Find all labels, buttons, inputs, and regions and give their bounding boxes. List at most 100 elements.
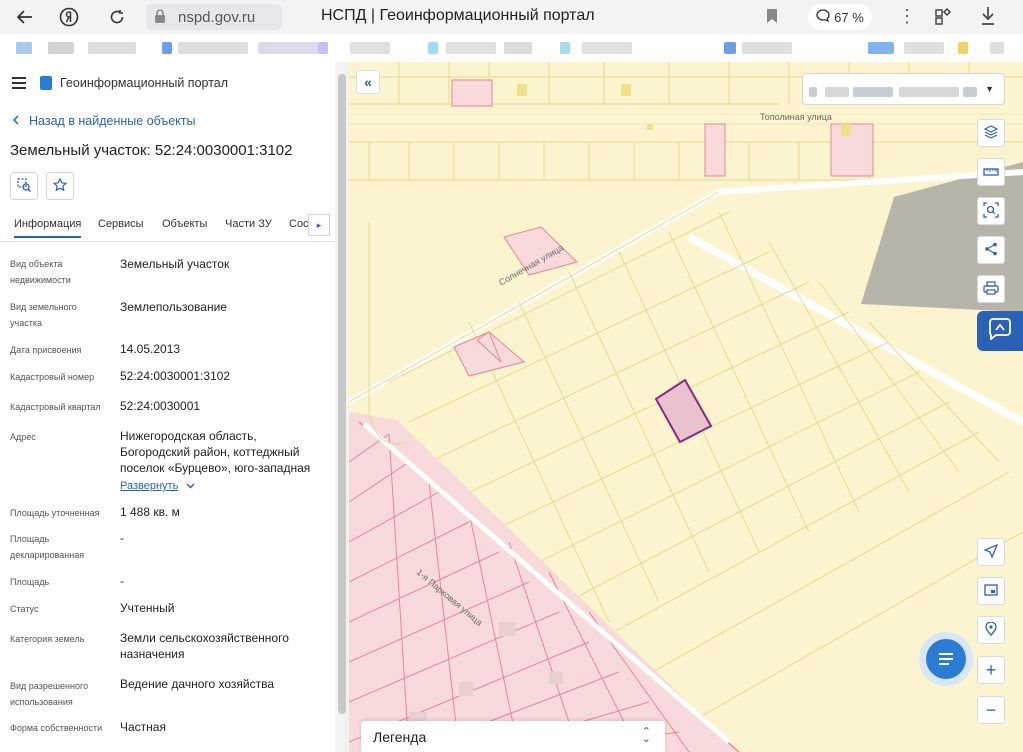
bookmark-favicon[interactable] <box>724 42 736 54</box>
bookmark-favicon[interactable] <box>258 42 318 54</box>
field-label: Площадь <box>10 577 50 587</box>
legend-panel[interactable]: Легенда ⌃ ⌄ <box>361 721 665 752</box>
expand-label: Развернуть <box>120 480 179 492</box>
layers-icon <box>983 124 999 142</box>
portal-brand[interactable]: Геоинформационный портал <box>40 76 228 90</box>
show-on-map-button[interactable] <box>10 172 38 200</box>
chat-lines-icon <box>926 639 966 679</box>
field-value: - <box>120 574 124 588</box>
my-location-button[interactable] <box>977 538 1005 566</box>
bookmark-favicon[interactable] <box>582 42 632 54</box>
bookmark-favicon[interactable] <box>958 42 968 54</box>
minus-icon: − <box>985 699 997 720</box>
field-label: Форма собственности <box>10 723 103 733</box>
address-bar[interactable]: nspd.gov.ru <box>146 4 282 30</box>
tabs-scroll-right-button[interactable]: ▸ <box>308 214 330 236</box>
object-title: Земельный участок: 52:24:0030001:3102 <box>10 142 293 159</box>
chat-bubble-icon <box>816 9 830 25</box>
tab-info[interactable]: Информация <box>14 218 82 238</box>
legend-title: Легенда <box>373 728 427 745</box>
expand-collapse-icon: ⌃ ⌄ <box>641 726 651 745</box>
minimap-button[interactable] <box>977 577 1005 605</box>
layers-button[interactable] <box>977 119 1005 147</box>
field-label: Вид земельного участка <box>10 302 77 328</box>
field-label: Кадастровый квартал <box>10 402 101 412</box>
select-area-button[interactable] <box>977 197 1005 225</box>
expand-address-link[interactable]: Развернуть <box>120 477 325 494</box>
locate-object-icon <box>16 177 32 196</box>
bookmark-favicon[interactable] <box>446 42 496 54</box>
tab-overflow[interactable]: Сос <box>289 218 309 230</box>
share-button[interactable] <box>977 236 1005 264</box>
bookmark-favicon[interactable] <box>178 42 248 54</box>
extensions-icon[interactable] <box>932 7 952 32</box>
field-label: Дата присвоения <box>10 345 82 355</box>
bookmark-favicon[interactable] <box>350 42 390 54</box>
basemap-select[interactable]: ▼ <box>802 73 1005 105</box>
bookmark-favicon[interactable] <box>88 42 136 54</box>
bookmark-favicon[interactable] <box>742 42 792 54</box>
bookmark-favicon[interactable] <box>504 42 532 54</box>
chat-assistant-button[interactable] <box>919 632 973 686</box>
menu-icon[interactable] <box>12 77 26 89</box>
tab-services[interactable]: Сервисы <box>98 218 144 230</box>
tab-land-parts[interactable]: Части ЗУ <box>225 218 272 230</box>
field-label: Статус <box>10 604 39 614</box>
panel-header: Геоинформационный портал <box>12 76 228 90</box>
bookmark-favicon[interactable] <box>48 42 74 54</box>
back-to-results-link[interactable]: Назад в найденные объекты <box>12 114 195 128</box>
field-label: Вид объекта недвижимости <box>10 259 71 285</box>
print-button[interactable] <box>977 275 1005 303</box>
field-label: Вид разрешенного использования <box>10 681 89 707</box>
share-icon <box>984 242 998 259</box>
collapse-panel-button[interactable]: « <box>356 70 380 94</box>
print-icon <box>983 280 999 298</box>
bookmark-favicon[interactable] <box>904 42 944 54</box>
bookmark-icon[interactable] <box>766 8 778 29</box>
favorite-button[interactable] <box>46 172 74 200</box>
back-arrow-icon[interactable] <box>8 0 42 34</box>
portal-name: Геоинформационный портал <box>60 76 229 90</box>
browser-toolbar: nspd.gov.ru НСПД | Геоинформационный пор… <box>0 0 1023 34</box>
field-value: Землепользование <box>120 300 227 314</box>
redacted-text <box>853 87 893 97</box>
redacted-text <box>899 87 959 97</box>
bookmark-favicon[interactable] <box>16 42 32 54</box>
url-text: nspd.gov.ru <box>178 8 256 26</box>
help-button[interactable] <box>977 311 1023 351</box>
panel-scrollbar[interactable] <box>335 62 349 752</box>
field-value: Земельный участок <box>120 257 230 271</box>
field-value: - <box>120 531 124 545</box>
zoom-in-button[interactable]: + <box>977 656 1005 684</box>
field-value: 52:24:0030001 <box>120 399 201 413</box>
dropdown-caret-icon: ▼ <box>985 84 994 94</box>
field-label: Кадастровый номер <box>10 372 95 382</box>
minimap-icon <box>984 583 998 599</box>
yandex-icon[interactable] <box>52 0 86 34</box>
bookmark-favicon[interactable] <box>318 42 328 54</box>
field-value: 52:24:0030001:3102 <box>120 369 231 383</box>
tab-objects[interactable]: Объекты <box>162 218 207 230</box>
bookmark-favicon[interactable] <box>162 42 172 54</box>
bookmark-favicon[interactable] <box>990 42 1004 54</box>
download-icon[interactable] <box>980 6 996 31</box>
measure-button[interactable] <box>977 158 1005 186</box>
street-label: Тополиная улица <box>760 112 832 122</box>
bookmark-favicon[interactable] <box>560 42 570 54</box>
field-label: Площадь декларированная <box>10 534 85 560</box>
redacted-text <box>825 87 849 97</box>
redacted-text <box>963 87 977 97</box>
zoom-out-button[interactable]: − <box>977 696 1005 724</box>
more-menu-icon[interactable]: ⋮ <box>898 6 916 27</box>
field-value: Ведение дачного хозяйства <box>120 677 275 691</box>
chevron-left-icon <box>12 114 19 128</box>
zoom-indicator[interactable]: 67 % <box>808 4 872 30</box>
pin-button[interactable] <box>977 616 1005 644</box>
bookmark-favicon[interactable] <box>868 42 894 54</box>
field-value: Нижегородская область, Богородский район… <box>120 429 311 475</box>
field-label: Площадь уточненная <box>10 508 100 518</box>
bookmark-favicon[interactable] <box>428 42 438 54</box>
ruler-icon <box>983 164 999 180</box>
reload-icon[interactable] <box>100 0 134 34</box>
scrollbar-thumb[interactable] <box>338 74 346 714</box>
